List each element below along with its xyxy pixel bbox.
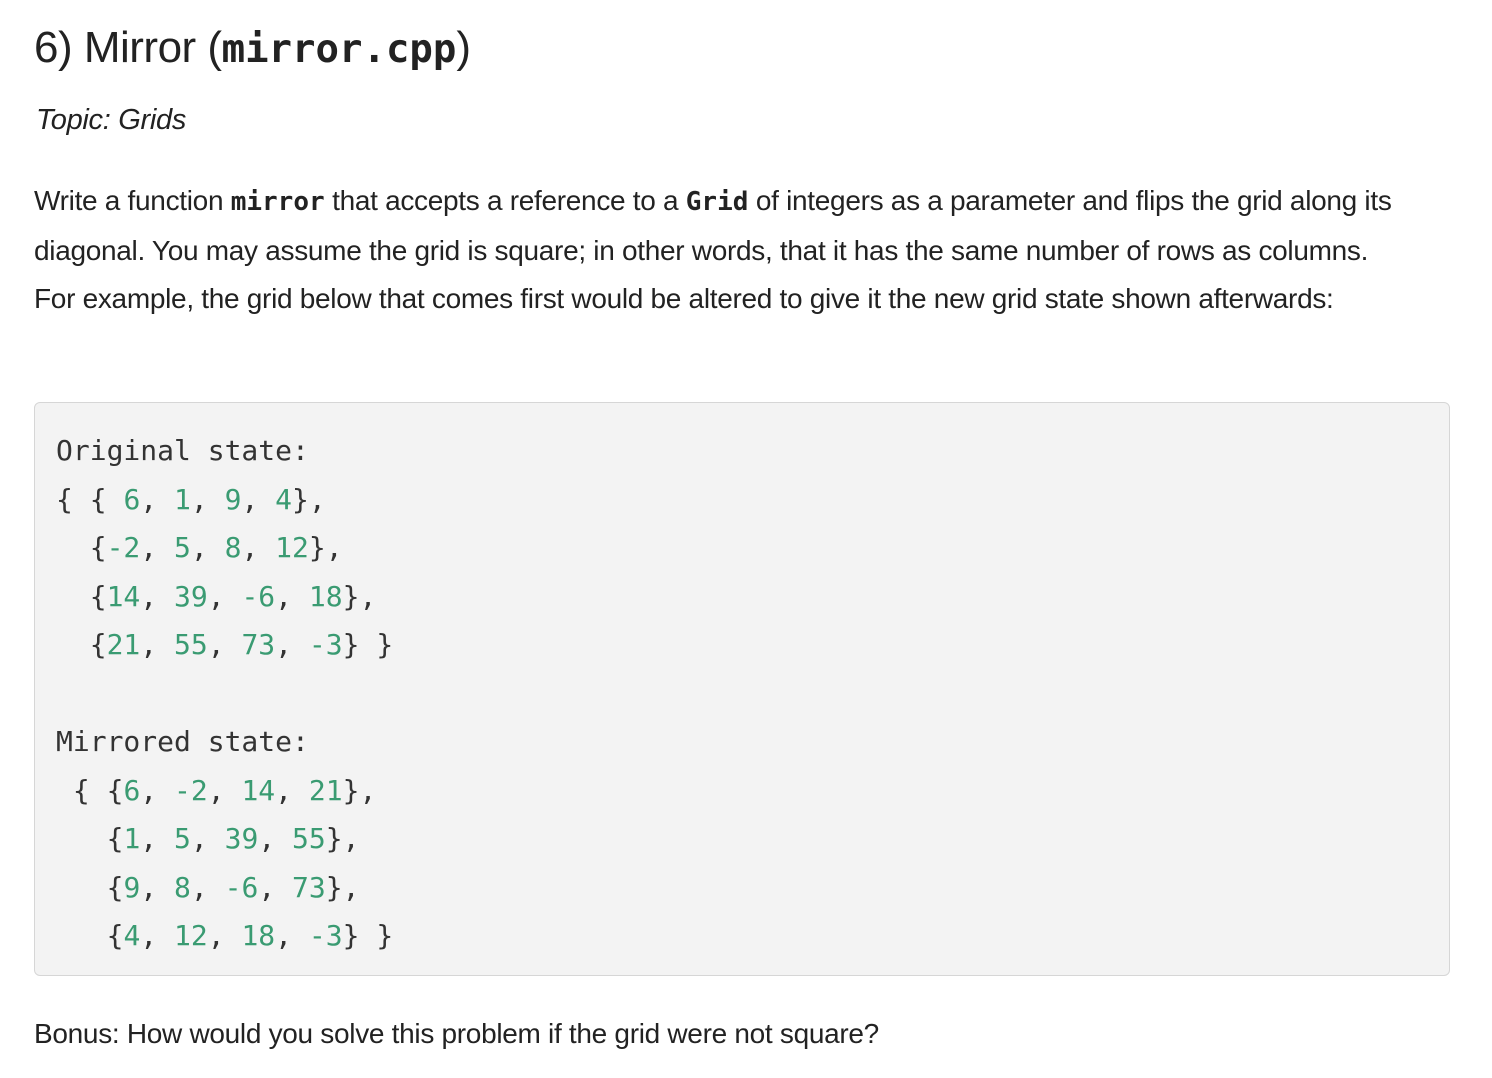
code-token: { xyxy=(56,822,124,855)
code-line: {1, 5, 39, 55}, xyxy=(56,815,393,864)
code-number: 55 xyxy=(174,628,208,661)
title-prefix: 6) Mirror ( xyxy=(34,23,222,72)
code-number: 18 xyxy=(241,919,276,952)
code-token: }, xyxy=(325,822,360,855)
code-token: , xyxy=(190,531,225,564)
code-token: { xyxy=(56,579,107,613)
code-number: -6 xyxy=(224,870,259,904)
code-number: 4 xyxy=(123,919,141,952)
code-token: }, xyxy=(342,579,377,613)
title-suffix: ) xyxy=(456,23,471,72)
code-block: Original state: { { 6, 1, 9, 4}, {-2, 5, … xyxy=(34,402,1450,976)
problem-description: Write a function mirror that accepts a r… xyxy=(34,177,1414,324)
code-token: , xyxy=(275,773,309,807)
code-token: , xyxy=(241,482,276,516)
code-token: { xyxy=(56,531,107,564)
code-number: -3 xyxy=(308,919,343,952)
code-line: {21, 55, 73, -3} } xyxy=(56,621,393,670)
code-token: }, xyxy=(342,773,377,807)
code-token: Original state: xyxy=(56,434,309,467)
code-number: 39 xyxy=(174,579,208,613)
code-number: 14 xyxy=(241,773,276,807)
code-number: 14 xyxy=(106,579,141,613)
code-token: , xyxy=(140,773,175,807)
code-token: }, xyxy=(292,482,326,516)
code-number: 5 xyxy=(174,822,191,855)
code-number: 9 xyxy=(123,870,141,904)
code-number: 9 xyxy=(224,482,242,516)
code-token: , xyxy=(241,531,276,564)
code-token: , xyxy=(275,919,309,952)
code-token: , xyxy=(140,919,175,952)
code-token: { xyxy=(56,919,124,952)
code-token: }, xyxy=(308,531,343,564)
code-line: Original state: xyxy=(56,427,393,476)
code-token: } } xyxy=(342,628,394,661)
code-number: 6 xyxy=(123,482,141,516)
title-filename: mirror.cpp xyxy=(221,27,457,72)
code-line: {14, 39, -6, 18}, xyxy=(56,573,393,622)
inline-code-mirror: mirror xyxy=(230,187,325,217)
code-line: {4, 12, 18, -3} } xyxy=(56,912,394,961)
code-number: 21 xyxy=(106,628,141,661)
bonus-question: Bonus: How would you solve this problem … xyxy=(34,1018,879,1049)
code-token: { xyxy=(56,870,124,904)
page-title: 6) Mirror (mirror.cpp) xyxy=(34,18,471,80)
code-token: , xyxy=(140,870,175,904)
code-token: , xyxy=(207,579,242,613)
code-number: 8 xyxy=(224,531,242,564)
code-token: , xyxy=(190,870,225,904)
code-token: , xyxy=(140,482,175,516)
code-token: , xyxy=(190,482,225,516)
description-text-1: Write a function xyxy=(34,185,231,216)
code-number: 5 xyxy=(174,531,191,564)
code-token: { { xyxy=(56,773,124,807)
code-token: , xyxy=(275,628,309,661)
code-number: 4 xyxy=(275,482,293,516)
topic-label: Topic: Grids xyxy=(36,104,187,136)
code-number: 12 xyxy=(275,531,309,564)
code-number: 21 xyxy=(308,773,343,807)
code-token: }, xyxy=(325,870,360,904)
code-token: , xyxy=(140,531,175,564)
code-token: , xyxy=(190,822,225,855)
code-number: 39 xyxy=(224,822,259,855)
code-number: 18 xyxy=(308,579,343,613)
code-token: , xyxy=(258,822,293,855)
code-line: {9, 8, -6, 73}, xyxy=(56,864,393,913)
code-line: { {6, -2, 14, 21}, xyxy=(56,767,393,816)
code-token: , xyxy=(140,628,175,661)
code-number: -2 xyxy=(174,773,208,807)
code-number: 8 xyxy=(174,870,191,904)
code-token: , xyxy=(207,773,242,807)
code-token: { { xyxy=(56,482,124,516)
description-text-2: that accepts a reference to a xyxy=(324,185,686,216)
code-token: , xyxy=(140,822,175,855)
code-line: { { 6, 1, 9, 4}, xyxy=(56,476,393,525)
code-token: } } xyxy=(342,919,394,952)
code-number: 73 xyxy=(292,870,326,904)
code-number: 55 xyxy=(292,822,326,855)
code-number: 12 xyxy=(174,919,208,952)
code-number: 1 xyxy=(174,482,191,516)
code-line: Mirrored state: xyxy=(56,718,393,767)
code-token: , xyxy=(207,628,242,661)
code-number: 73 xyxy=(241,628,276,661)
code-token: , xyxy=(140,579,175,613)
code-number: -6 xyxy=(241,579,276,613)
code-token: , xyxy=(207,919,242,952)
code-token: Mirrored state: xyxy=(56,725,309,758)
code-number: -3 xyxy=(308,628,343,661)
code-token: { xyxy=(56,628,107,661)
code-token: , xyxy=(275,579,309,613)
code-number: 6 xyxy=(123,773,141,807)
inline-code-grid: Grid xyxy=(685,187,749,217)
code-token: , xyxy=(258,870,293,904)
code-number: 1 xyxy=(123,822,141,855)
code-line: {-2, 5, 8, 12}, xyxy=(56,524,393,573)
code-number: -2 xyxy=(106,531,141,564)
code-lines: Original state: { { 6, 1, 9, 4}, {-2, 5, … xyxy=(56,427,393,961)
